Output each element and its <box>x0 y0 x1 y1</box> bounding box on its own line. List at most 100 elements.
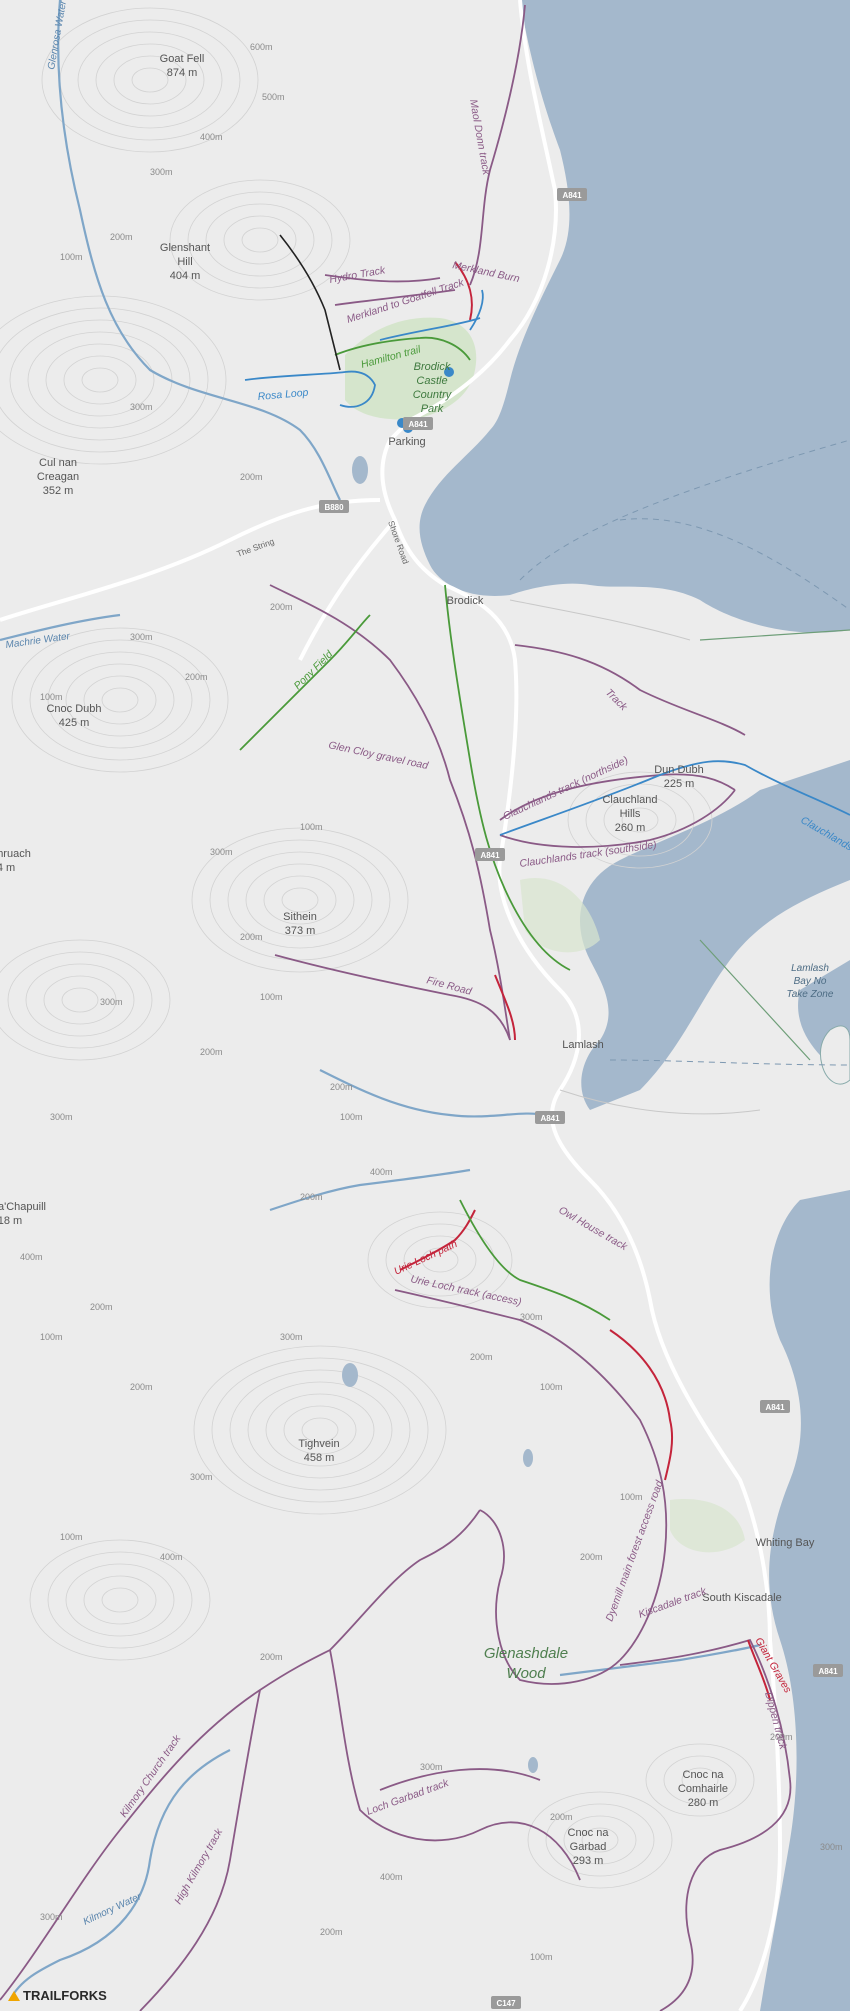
contour-elevation-label: 100m <box>620 1492 643 1502</box>
road-name-label: Shore Road <box>386 519 411 565</box>
peak-label: Goat Fell <box>160 53 205 65</box>
contour-line <box>7 951 153 1049</box>
trail-label[interactable]: Maol Donn track <box>467 98 492 176</box>
contour-line <box>187 191 333 289</box>
road-a841-label: A841 <box>480 851 500 860</box>
contour-elevation-label: 100m <box>260 992 283 1002</box>
trail-label[interactable]: Glen Cloy gravel road <box>327 739 430 772</box>
contour-elevation-label: 100m <box>60 252 83 262</box>
trails-black[interactable] <box>279 234 341 371</box>
contour-line <box>59 19 241 141</box>
peak-label: Glenshant <box>160 242 210 254</box>
peak-label: hruach <box>0 848 31 860</box>
trail-label[interactable]: Track <box>603 687 630 714</box>
trail-label[interactable]: Pony Field <box>292 648 336 692</box>
town-label: South Kiscadale <box>702 1592 782 1604</box>
park-label: Brodick <box>414 361 451 373</box>
road-a841-label: A841 <box>540 1114 560 1123</box>
contour-elevation-label: 400m <box>20 1252 43 1262</box>
road-b880-label: B880 <box>324 503 344 512</box>
trail-label[interactable]: Hydro Track <box>328 264 386 286</box>
contour-elevation-label: 200m <box>90 1302 113 1312</box>
contour-elevation-label: 200m <box>580 1552 603 1562</box>
peak-label: Cnoc na <box>683 1769 725 1781</box>
contour-line <box>65 1563 175 1637</box>
trail-label[interactable]: Kiscadale track <box>637 1585 709 1621</box>
contour-line <box>241 227 279 253</box>
peak-label: Sithein <box>283 911 317 923</box>
contour-line <box>0 295 227 465</box>
peak-elevation: 260 m <box>615 822 646 834</box>
trail-label[interactable]: Loch Garbad track <box>365 1777 451 1818</box>
contour-line <box>0 939 171 1061</box>
contour-elevation-label: 100m <box>40 692 63 702</box>
contour-elevation-label: 100m <box>40 1332 63 1342</box>
peak-label: Clauchland <box>602 794 657 806</box>
contour-elevation-label: 300m <box>190 1472 213 1482</box>
contour-line <box>83 675 157 725</box>
river-label: Kilmory Water <box>82 1891 144 1928</box>
road-a841-label: A841 <box>765 1403 785 1412</box>
town-label: Whiting Bay <box>756 1537 815 1549</box>
contour-elevation-label: 200m <box>770 1732 793 1742</box>
contour-line <box>229 1369 411 1491</box>
contour-line <box>29 1539 211 1661</box>
contour-elevation-label: 300m <box>280 1332 303 1342</box>
road-a841-label: A841 <box>818 1667 838 1676</box>
parking-label: Parking <box>388 436 425 448</box>
trail-label[interactable]: Urie Loch path <box>392 1238 459 1278</box>
contour-line <box>223 215 297 265</box>
town-label: Lamlash <box>562 1039 604 1051</box>
peak-elevation: 458 m <box>304 1452 335 1464</box>
contour-elevation-label: 300m <box>520 1312 543 1322</box>
contour-elevation-label: 300m <box>40 1912 63 1922</box>
trail-label[interactable]: Clauchlands track (northside) <box>501 754 630 823</box>
contour-line <box>0 307 209 453</box>
peak-elevation: 352 m <box>43 485 74 497</box>
trail-map[interactable]: A841 A841 B880 A841 A841 A841 A841 C147 … <box>0 0 850 2011</box>
contour-line <box>47 1551 193 1649</box>
contour-elevation-label: 200m <box>470 1352 493 1362</box>
peak-elevation: 373 m <box>285 925 316 937</box>
peak-elevation: 18 m <box>0 1215 22 1227</box>
contour-elevation-label: 300m <box>130 402 153 412</box>
contour-elevation-label: 200m <box>110 232 133 242</box>
contour-elevation-label: 200m <box>270 602 293 612</box>
peak-elevation: 874 m <box>167 67 198 79</box>
trail-label[interactable]: Rosa Loop <box>257 387 309 403</box>
trail-label[interactable]: Urie Loch track (access) <box>409 1273 522 1308</box>
river-label: Machrie Water <box>5 631 71 651</box>
contour-elevation-label: 100m <box>540 1382 563 1392</box>
peak-label: Creagan <box>37 471 79 483</box>
park-label: Park <box>421 403 444 415</box>
contour-elevation-label: 200m <box>330 1082 353 1092</box>
contour-elevation-label: 300m <box>50 1112 73 1122</box>
contour-elevation-label: 600m <box>250 42 273 52</box>
contour-elevation-label: 300m <box>150 167 173 177</box>
logo-triangle-icon <box>8 1990 20 2001</box>
contour-line <box>41 7 259 153</box>
road-c147-label: C147 <box>496 1999 516 2008</box>
peak-elevation: 4 m <box>0 862 15 874</box>
forest-label: Wood <box>506 1665 546 1682</box>
map-canvas[interactable]: A841 A841 B880 A841 A841 A841 A841 C147 … <box>0 0 850 2011</box>
road-a841-label: A841 <box>562 191 582 200</box>
peak-elevation: 280 m <box>688 1797 719 1809</box>
contour-line <box>527 1791 673 1889</box>
sea-zone-label: Lamlash <box>791 963 829 974</box>
peak-elevation: 404 m <box>170 270 201 282</box>
contour-elevation-label: 300m <box>210 847 233 857</box>
peak-label: Cnoc Dubh <box>46 703 101 715</box>
trail-label[interactable]: Owl House track <box>557 1204 630 1253</box>
trail-label[interactable]: High Kilmory track <box>172 1826 225 1906</box>
contour-line <box>101 687 139 713</box>
contour-elevation-label: 100m <box>530 1952 553 1962</box>
sea-zone-label: Bay No <box>794 976 827 987</box>
trail-label[interactable]: Kilmory Church track <box>118 1732 184 1819</box>
peak-elevation: 425 m <box>59 717 90 729</box>
contour-elevation-label: 300m <box>420 1762 443 1772</box>
park-area-lamlash <box>520 878 600 953</box>
peak-elevation: 225 m <box>664 778 695 790</box>
trail-label[interactable]: Dippen track <box>762 1691 789 1752</box>
peak-label: Hills <box>620 808 641 820</box>
